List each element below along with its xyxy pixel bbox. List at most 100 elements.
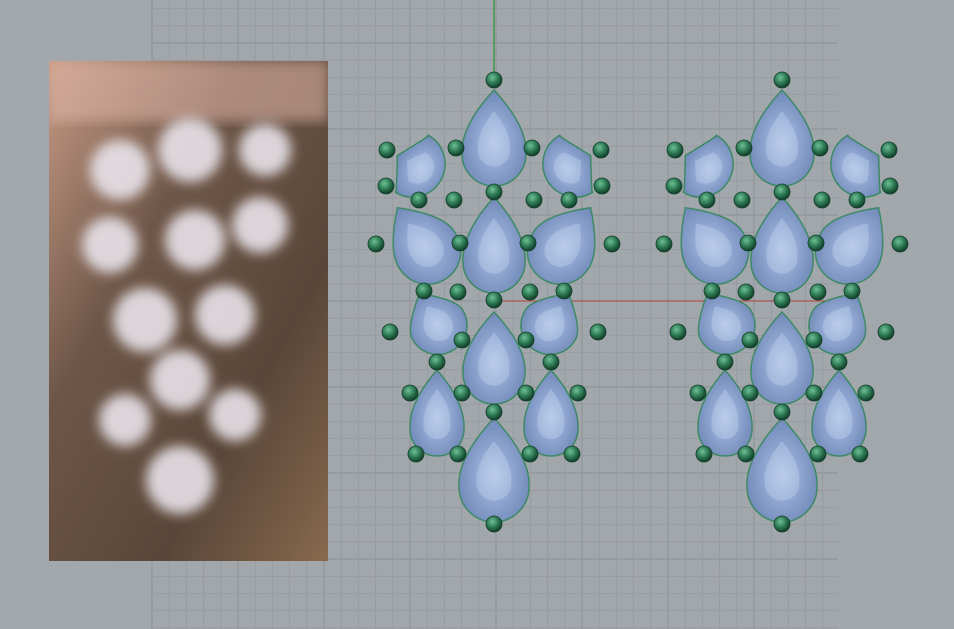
bead[interactable] — [773, 291, 791, 309]
bead[interactable] — [880, 141, 898, 159]
teardrop-gem[interactable] — [749, 88, 815, 187]
photo-gem-blob — [232, 197, 288, 253]
teardrop-gem[interactable] — [462, 310, 526, 405]
bead[interactable] — [415, 282, 433, 300]
bead[interactable] — [569, 384, 587, 402]
photo-gem-blob — [209, 389, 261, 441]
teardrop-gem[interactable] — [811, 368, 867, 457]
reference-photo[interactable] — [49, 61, 328, 561]
bead[interactable] — [377, 177, 395, 195]
photo-gem-blob — [150, 350, 210, 410]
bead[interactable] — [589, 323, 607, 341]
bead[interactable] — [593, 177, 611, 195]
photo-gem-blob — [90, 140, 150, 200]
bead[interactable] — [716, 353, 734, 371]
teardrop-gem[interactable] — [409, 368, 465, 457]
bead[interactable] — [428, 353, 446, 371]
bead[interactable] — [739, 234, 757, 252]
bead[interactable] — [451, 234, 469, 252]
photo-gem-blob — [82, 217, 138, 273]
bead[interactable] — [563, 445, 581, 463]
bead[interactable] — [517, 384, 535, 402]
bead[interactable] — [733, 191, 751, 209]
bead[interactable] — [735, 139, 753, 157]
bead[interactable] — [811, 139, 829, 157]
bead[interactable] — [560, 191, 578, 209]
bead[interactable] — [813, 191, 831, 209]
bead[interactable] — [555, 282, 573, 300]
bead[interactable] — [857, 384, 875, 402]
bead[interactable] — [698, 191, 716, 209]
bead[interactable] — [445, 191, 463, 209]
bead[interactable] — [881, 177, 899, 195]
bead[interactable] — [851, 445, 869, 463]
bead[interactable] — [525, 191, 543, 209]
bead[interactable] — [703, 282, 721, 300]
bead[interactable] — [665, 177, 683, 195]
teardrop-gem[interactable] — [697, 368, 753, 457]
bead[interactable] — [877, 323, 895, 341]
photo-gem-blob — [239, 124, 291, 176]
bead[interactable] — [485, 71, 503, 89]
teardrop-gem[interactable] — [461, 88, 527, 187]
bead[interactable] — [485, 515, 503, 533]
bead[interactable] — [523, 139, 541, 157]
bead[interactable] — [741, 384, 759, 402]
bead[interactable] — [517, 331, 535, 349]
bead[interactable] — [737, 283, 755, 301]
bead[interactable] — [830, 353, 848, 371]
bead[interactable] — [485, 183, 503, 201]
bead[interactable] — [401, 384, 419, 402]
bead[interactable] — [773, 71, 791, 89]
photo-gem-blob — [158, 118, 222, 182]
teardrop-gem[interactable] — [523, 368, 579, 457]
bead[interactable] — [485, 291, 503, 309]
bead[interactable] — [521, 445, 539, 463]
bead[interactable] — [695, 445, 713, 463]
teardrop-gem[interactable] — [458, 416, 530, 523]
photo-gem-blob — [146, 446, 214, 514]
earring-models[interactable] — [367, 71, 909, 533]
bead[interactable] — [449, 445, 467, 463]
rhino-viewport[interactable] — [0, 0, 954, 629]
bead[interactable] — [809, 283, 827, 301]
bead[interactable] — [689, 384, 707, 402]
bead[interactable] — [809, 445, 827, 463]
bead[interactable] — [519, 234, 537, 252]
bead[interactable] — [447, 139, 465, 157]
teardrop-gem[interactable] — [462, 195, 526, 294]
bead[interactable] — [449, 283, 467, 301]
teardrop-gem[interactable] — [750, 310, 814, 405]
bead[interactable] — [407, 445, 425, 463]
bead[interactable] — [378, 141, 396, 159]
bead[interactable] — [773, 515, 791, 533]
bead[interactable] — [773, 183, 791, 201]
bead[interactable] — [453, 331, 471, 349]
photo-gem-blob — [99, 394, 151, 446]
bead[interactable] — [805, 331, 823, 349]
bead[interactable] — [848, 191, 866, 209]
bead[interactable] — [453, 384, 471, 402]
photo-gem-blob — [195, 285, 255, 345]
bead[interactable] — [542, 353, 560, 371]
bead[interactable] — [381, 323, 399, 341]
bead[interactable] — [410, 191, 428, 209]
bead[interactable] — [843, 282, 861, 300]
bead[interactable] — [737, 445, 755, 463]
bead[interactable] — [603, 235, 621, 253]
photo-gem-blob — [165, 210, 225, 270]
bead[interactable] — [891, 235, 909, 253]
bead[interactable] — [807, 234, 825, 252]
bead[interactable] — [485, 403, 503, 421]
bead[interactable] — [669, 323, 687, 341]
bead[interactable] — [521, 283, 539, 301]
bead[interactable] — [666, 141, 684, 159]
bead[interactable] — [741, 331, 759, 349]
teardrop-gem[interactable] — [750, 195, 814, 294]
bead[interactable] — [367, 235, 385, 253]
bead[interactable] — [655, 235, 673, 253]
bead[interactable] — [773, 403, 791, 421]
teardrop-gem[interactable] — [746, 416, 818, 523]
bead[interactable] — [805, 384, 823, 402]
bead[interactable] — [592, 141, 610, 159]
